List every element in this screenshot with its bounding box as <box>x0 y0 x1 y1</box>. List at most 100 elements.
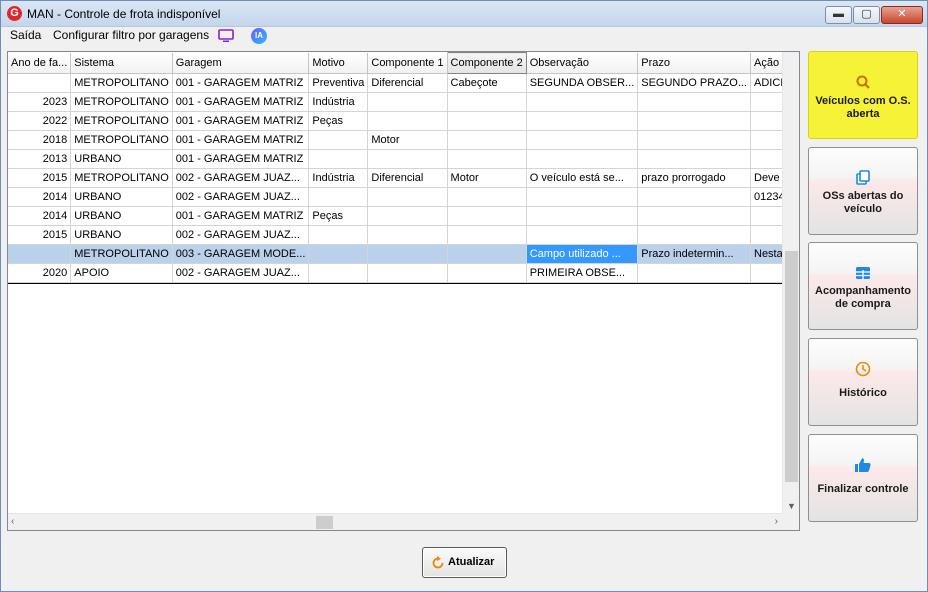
table-cell[interactable]: 002 - GARAGEM JUAZ... <box>172 187 310 207</box>
table-cell[interactable] <box>367 111 448 131</box>
table-cell[interactable]: Preventiva <box>308 73 369 93</box>
table-cell[interactable] <box>637 130 751 150</box>
table-row[interactable]: 2020 APOIO 002 - GARAGEM JUAZ... PRIMEIRA O… <box>8 263 799 283</box>
scroll-right-icon[interactable]: › <box>775 516 778 527</box>
table-cell[interactable]: URBANO <box>70 187 173 207</box>
fleet-grid[interactable]: Ano de fa... Sistema Garagem Motivo Componen… <box>7 51 800 531</box>
table-cell[interactable]: 003 - GARAGEM MODE... <box>172 244 310 264</box>
table-cell[interactable]: 002 - GARAGEM JUAZ... <box>172 263 310 283</box>
table-cell[interactable] <box>8 244 72 264</box>
table-cell[interactable]: URBANO <box>70 225 173 245</box>
table-cell[interactable]: URBANO <box>70 149 173 169</box>
table-cell[interactable] <box>637 263 751 283</box>
table-cell[interactable]: METROPOLITANO <box>70 92 173 112</box>
history-button[interactable]: Histórico <box>808 338 918 426</box>
menu-configure-garage-filter[interactable]: Configurar filtro por garagens <box>53 28 209 42</box>
table-cell[interactable]: 001 - GARAGEM MATRIZ <box>172 206 310 226</box>
table-cell[interactable] <box>637 187 751 207</box>
table-cell[interactable]: PRIMEIRA OBSE... <box>526 263 639 283</box>
table-cell[interactable] <box>367 187 448 207</box>
finish-control-button[interactable]: Finalizar controle <box>808 434 918 522</box>
table-row[interactable]: 2014 URBANO 001 - GARAGEM MATRIZ Peças <box>8 206 799 226</box>
column-header[interactable]: Observação <box>526 52 639 74</box>
table-cell[interactable] <box>637 92 751 112</box>
table-cell[interactable] <box>447 206 527 226</box>
table-cell[interactable] <box>447 92 527 112</box>
table-row[interactable]: 2023 METROPOLITANO 001 - GARAGEM MATRIZ Ind… <box>8 92 799 112</box>
table-row[interactable]: 2014URBANO002 - GARAGEM JUAZ...012345678… <box>8 187 799 207</box>
vehicle-open-oss-button[interactable]: OSs abertas do veículo <box>808 147 918 235</box>
column-header[interactable]: Ano de fa... <box>8 52 72 74</box>
vehicles-open-os-button[interactable]: Veículos com O.S. aberta <box>808 51 918 139</box>
table-cell[interactable] <box>367 92 448 112</box>
table-cell[interactable] <box>447 111 527 131</box>
table-cell[interactable] <box>447 263 527 283</box>
table-row[interactable]: 2022 METROPOLITANO 001 - GARAGEM MATRIZ Peç… <box>8 111 799 131</box>
table-cell[interactable]: 2014 <box>8 187 72 207</box>
table-cell[interactable]: Peças <box>308 111 369 131</box>
table-cell[interactable] <box>308 130 369 150</box>
table-cell[interactable]: METROPOLITANO <box>70 73 173 93</box>
table-cell[interactable]: 002 - GARAGEM JUAZ... <box>172 168 310 188</box>
table-row[interactable]: METROPOLITANO 003 - GARAGEM MODE... Campo … <box>8 244 799 264</box>
table-cell[interactable] <box>526 92 639 112</box>
table-cell[interactable] <box>447 244 527 264</box>
table-cell[interactable]: 001 - GARAGEM MATRIZ <box>172 149 310 169</box>
table-cell[interactable] <box>367 225 448 245</box>
table-cell[interactable]: prazo prorrogado <box>637 168 751 188</box>
table-cell[interactable] <box>308 225 369 245</box>
vertical-scrollbar[interactable]: ▼ <box>782 52 799 513</box>
column-header[interactable]: Motivo <box>308 52 369 74</box>
table-cell[interactable] <box>308 263 369 283</box>
table-row[interactable]: 2015 METROPOLITANO 002 - GARAGEM JUAZ... In… <box>8 168 799 188</box>
scroll-left-icon[interactable]: ‹ <box>11 516 14 527</box>
table-cell[interactable] <box>526 130 639 150</box>
table-cell[interactable]: APOIO <box>70 263 173 283</box>
table-cell[interactable]: 001 - GARAGEM MATRIZ <box>172 111 310 131</box>
title-bar[interactable]: G MAN - Controle de frota indisponível ▬… <box>1 1 927 27</box>
scroll-down-icon[interactable]: ▼ <box>783 501 799 511</box>
table-row[interactable]: 2013 URBANO 001 - GARAGEM MATRIZ <box>8 149 799 169</box>
table-cell[interactable] <box>447 149 527 169</box>
table-cell[interactable]: 2015 <box>8 225 72 245</box>
table-cell[interactable]: METROPOLITANO <box>70 130 173 150</box>
table-cell[interactable]: SEGUNDO PRAZO... <box>637 73 751 93</box>
purchase-tracking-button[interactable]: Acompanhamento de compra <box>808 242 918 330</box>
table-cell[interactable]: Motor <box>447 168 527 188</box>
table-cell[interactable]: 002 - GARAGEM JUAZ... <box>172 225 310 245</box>
table-cell[interactable]: URBANO <box>70 206 173 226</box>
table-cell[interactable]: 2013 <box>8 149 72 169</box>
table-cell[interactable]: METROPOLITANO <box>70 111 173 131</box>
table-cell[interactable]: 001 - GARAGEM MATRIZ <box>172 73 310 93</box>
table-cell[interactable]: Prazo indetermin... <box>637 244 751 264</box>
table-cell[interactable]: 2014 <box>8 206 72 226</box>
table-cell[interactable]: Campo utilizado ... <box>526 244 639 264</box>
horizontal-scrollbar[interactable]: ‹ › <box>8 513 782 530</box>
column-header[interactable]: Componente 2 <box>446 52 527 74</box>
monitor-icon[interactable] <box>218 29 234 43</box>
table-cell[interactable] <box>637 206 751 226</box>
table-cell[interactable] <box>367 263 448 283</box>
maximize-button[interactable]: ▢ <box>853 6 880 24</box>
refresh-button[interactable]: Atualizar <box>422 547 507 578</box>
table-cell[interactable] <box>367 206 448 226</box>
table-cell[interactable] <box>637 225 751 245</box>
table-cell[interactable]: O veículo está se... <box>526 168 639 188</box>
table-cell[interactable] <box>367 149 448 169</box>
ia-assistant-icon[interactable]: IA <box>251 28 267 44</box>
table-cell[interactable] <box>526 225 639 245</box>
column-header[interactable]: Sistema <box>70 52 173 74</box>
table-cell[interactable] <box>308 244 369 264</box>
table-cell[interactable] <box>637 111 751 131</box>
table-cell[interactable]: 2015 <box>8 168 72 188</box>
table-cell[interactable]: Motor <box>367 130 448 150</box>
table-cell[interactable]: METROPOLITANO <box>70 244 173 264</box>
table-cell[interactable]: Indústria <box>308 168 369 188</box>
table-cell[interactable]: 2018 <box>8 130 72 150</box>
table-cell[interactable]: Diferencial <box>367 168 448 188</box>
table-cell[interactable]: 001 - GARAGEM MATRIZ <box>172 92 310 112</box>
column-header[interactable]: Prazo <box>637 52 751 74</box>
table-row[interactable]: 2018 METROPOLITANO 001 - GARAGEM MATRIZ Mot… <box>8 130 799 150</box>
table-cell[interactable] <box>367 244 448 264</box>
horizontal-scroll-thumb[interactable] <box>316 516 333 529</box>
